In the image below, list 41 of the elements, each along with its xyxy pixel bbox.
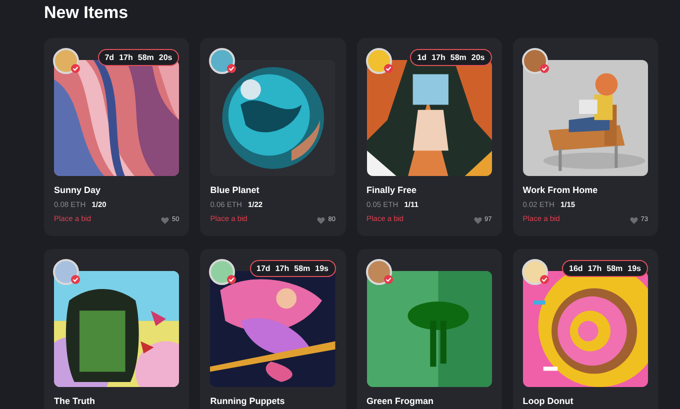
timer-unit: 58m bbox=[138, 52, 154, 63]
timer-unit: 1d bbox=[417, 52, 427, 63]
verified-badge-icon bbox=[540, 64, 549, 73]
verified-badge-icon bbox=[540, 275, 549, 284]
timer-unit: 17h bbox=[588, 263, 602, 274]
heart-icon[interactable] bbox=[317, 216, 326, 224]
verified-badge-icon bbox=[71, 64, 80, 73]
timer-unit: 17d bbox=[256, 263, 270, 274]
timer-unit: 16d bbox=[569, 263, 583, 274]
timer-unit: 20s bbox=[158, 52, 172, 63]
item-title: Finally Free bbox=[366, 184, 418, 196]
timer-unit: 19s bbox=[628, 263, 641, 274]
timer-unit: 19s bbox=[315, 263, 328, 274]
timer-unit: 58m bbox=[606, 263, 623, 274]
item-title: Blue Planet bbox=[210, 184, 260, 196]
verified-badge-icon bbox=[384, 275, 392, 284]
heart-icon[interactable] bbox=[474, 216, 482, 224]
item-title: Loop Donut bbox=[522, 395, 574, 407]
item-title: Sunny Day bbox=[54, 184, 102, 196]
section-title: New Items bbox=[44, 2, 130, 24]
timer-unit: 17h bbox=[119, 52, 133, 63]
heart-icon[interactable] bbox=[630, 216, 638, 224]
item-card[interactable]: 16d 17h 58m 19s Loop Donut bbox=[512, 249, 658, 409]
item-title: Green Frogman bbox=[366, 395, 435, 407]
item-card[interactable]: 17d 17h 58m 19s Running Puppets bbox=[200, 249, 346, 409]
timer-unit: 20s bbox=[471, 52, 485, 63]
item-title: Running Puppets bbox=[210, 395, 286, 407]
item-card[interactable]: The Truth bbox=[44, 249, 190, 409]
timer-unit: 58m bbox=[450, 52, 466, 63]
heart-icon[interactable] bbox=[161, 216, 170, 224]
verified-badge-icon bbox=[71, 275, 80, 284]
timer-unit: 7d bbox=[104, 52, 114, 63]
verified-badge-icon bbox=[227, 275, 236, 284]
verified-badge-icon bbox=[227, 64, 236, 73]
timer-unit: 17h bbox=[275, 263, 290, 274]
timer-unit: 17h bbox=[432, 52, 446, 63]
timer-unit: 58m bbox=[294, 263, 310, 274]
item-card[interactable]: Green Frogman bbox=[356, 249, 502, 409]
item-title: Work From Home bbox=[522, 184, 599, 196]
verified-badge-icon bbox=[384, 64, 392, 73]
item-title: The Truth bbox=[54, 395, 96, 407]
